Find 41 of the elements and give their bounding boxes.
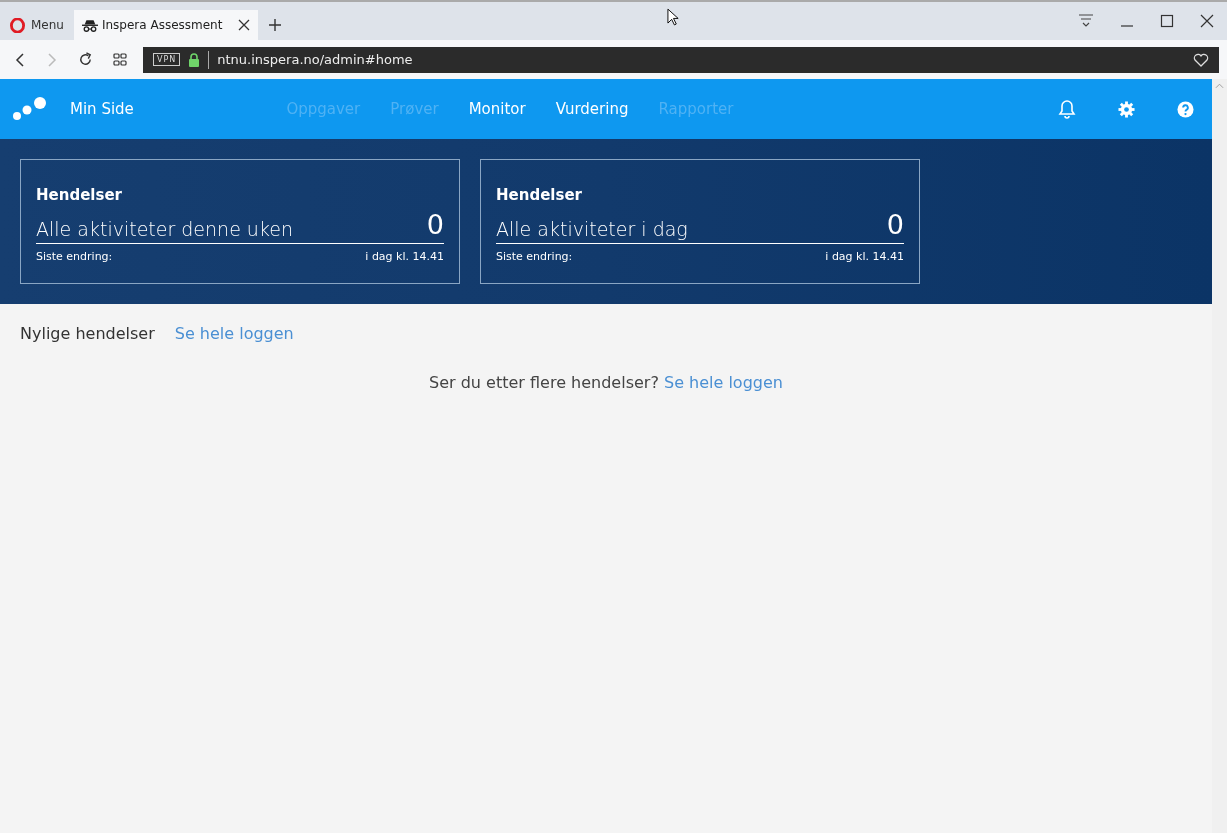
incognito-icon [81,18,98,32]
mouse-pointer-icon [667,7,680,27]
footer-value: i dag kl. 14.41 [365,250,444,263]
footer-label: Siste endring: [496,250,573,263]
card-label: Alle aktiviteter i dag [496,218,688,240]
bell-icon[interactable] [1058,99,1076,119]
scrollbar[interactable] [1212,79,1227,833]
count-value: 0 [886,210,904,240]
card-heading: Hendelser [496,186,583,204]
address-bar[interactable]: VPN ntnu.inspera.no/admin#home [143,46,1219,73]
new-tab-icon[interactable] [267,18,282,32]
nav-link[interactable]: Vurdering [555,100,629,118]
card-heading: Hendelser [36,186,123,204]
app-title[interactable]: Min Side [70,100,134,118]
count-value: 0 [426,210,444,240]
browser-tab[interactable]: Inspera Assessment [73,10,258,40]
lock-icon [188,52,201,67]
close-tab-icon[interactable] [237,19,250,31]
card-label: Alle aktiviteter denne uken [36,218,293,240]
maximize-icon[interactable] [1160,14,1174,28]
log-link[interactable]: Se hele loggen [663,373,783,392]
log-link[interactable]: Se hele loggen [174,324,294,343]
menu-button[interactable]: Menu [0,10,74,40]
footer-value: i dag kl. 14.41 [825,250,904,263]
settings-icon[interactable] [1118,100,1135,118]
dots-logo-icon[interactable] [12,96,48,122]
menu-label: Menu [31,18,64,32]
nav-link[interactable]: Monitor [468,100,526,118]
grid-icon[interactable] [113,52,127,67]
opera-logo-icon [10,17,25,33]
reload-icon[interactable] [78,52,93,67]
vpn-badge[interactable]: VPN [153,53,181,66]
help-icon[interactable] [1177,100,1194,118]
filter-icon[interactable] [1078,14,1094,28]
close-icon[interactable] [1200,14,1214,28]
url-text: ntnu.inspera.no/admin#home [217,52,413,67]
footer-label: Siste endring: [36,250,113,263]
back-icon[interactable] [14,51,26,68]
heart-icon[interactable] [1193,52,1209,67]
empty-message: Ser du etter flere hendelser? Se hele loggen [429,373,783,392]
section-title: Nylige hendelser [20,324,155,343]
